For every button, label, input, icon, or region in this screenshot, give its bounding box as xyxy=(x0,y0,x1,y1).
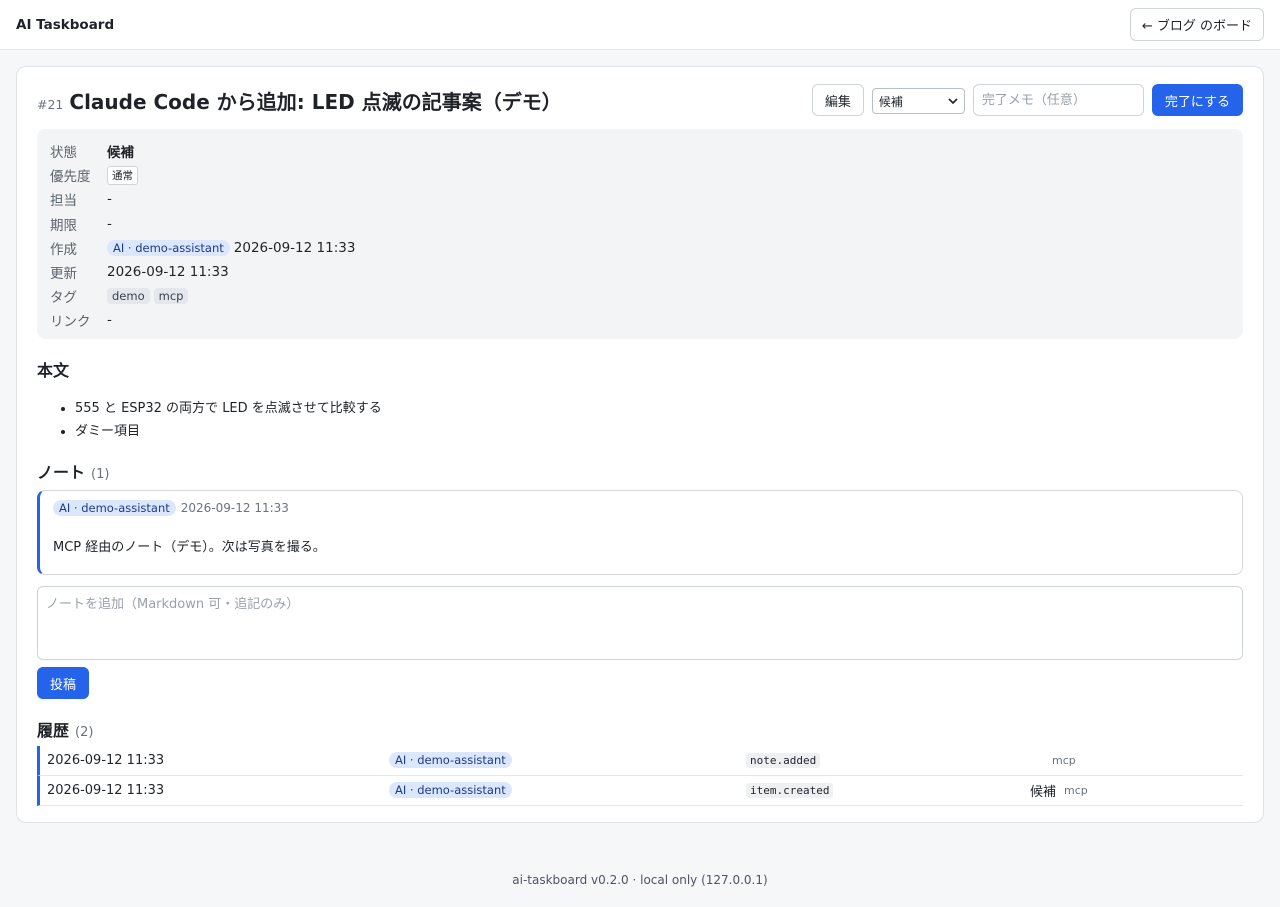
meta-key: 状態 xyxy=(50,145,77,162)
meta-row-due: 期限 - xyxy=(50,212,1230,236)
meta-row-tags: タグ demo mcp xyxy=(50,284,1230,308)
meta-row-priority: 優先度 通常 xyxy=(50,163,1230,187)
created-value: AI · demo-assistant 2026-09-12 11:33 xyxy=(107,239,356,256)
actor-badge: AI · demo-assistant xyxy=(389,752,512,768)
footer: ai-taskboard v0.2.0 · local only (127.0.… xyxy=(512,873,768,887)
meta-row-status: 状態 候補 xyxy=(50,139,1230,163)
history-row: 2026-09-12 11:33 AI · demo-assistant not… xyxy=(37,746,1243,776)
actor-badge: AI · demo-assistant xyxy=(107,239,230,256)
history-extra: mcp xyxy=(1030,754,1076,767)
title-wrap: #21 Claude Code から追加: LED 点滅の記事案（デモ） xyxy=(37,86,562,115)
item-title: Claude Code から追加: LED 点滅の記事案（デモ） xyxy=(69,89,562,114)
complete-button[interactable]: 完了にする xyxy=(1151,84,1243,116)
history-event: note.added xyxy=(746,753,1030,768)
note-meta: AI · demo-assistant 2026-09-12 11:33 xyxy=(53,500,1229,516)
tag[interactable]: demo xyxy=(107,288,150,305)
item-card: #21 Claude Code から追加: LED 点滅の記事案（デモ） 編集 … xyxy=(16,66,1264,823)
actor-badge: AI · demo-assistant xyxy=(389,782,512,798)
status-value: 候補 xyxy=(107,145,134,162)
list-item: ダミー項目 xyxy=(75,420,382,443)
meta-key: タグ xyxy=(50,290,77,307)
tags-value: demo mcp xyxy=(107,288,189,305)
history-source: mcp xyxy=(1052,754,1076,767)
item-header: #21 Claude Code から追加: LED 点滅の記事案（デモ） 編集 … xyxy=(37,83,1243,117)
item-id: #21 xyxy=(37,96,64,112)
priority-badge: 通常 xyxy=(107,165,138,185)
state-select[interactable]: 候補 xyxy=(871,88,965,114)
meta-key: 作成 xyxy=(50,241,77,258)
completion-memo-input[interactable] xyxy=(972,84,1144,116)
due-value: - xyxy=(107,215,112,232)
notes-count: (1) xyxy=(91,467,110,482)
state-select-value: 候補 xyxy=(878,94,903,109)
meta-key: リンク xyxy=(50,314,91,331)
note-card: AI · demo-assistant 2026-09-12 11:33 MCP… xyxy=(37,490,1243,575)
meta-row-links: リンク - xyxy=(50,308,1230,332)
history-row: 2026-09-12 11:33 AI · demo-assistant ite… xyxy=(37,776,1243,806)
history-count: (2) xyxy=(75,725,94,740)
item-actions: 編集 候補 完了にする xyxy=(811,84,1243,116)
meta-row-assignee: 担当 - xyxy=(50,187,1230,211)
actor-badge: AI · demo-assistant xyxy=(53,500,176,516)
meta-row-updated: 更新 2026-09-12 11:33 xyxy=(50,260,1230,284)
edit-button[interactable]: 編集 xyxy=(811,84,864,116)
notes-heading-label: ノート xyxy=(37,463,86,482)
tag[interactable]: mcp xyxy=(153,288,189,305)
chevron-down-icon xyxy=(948,97,958,104)
note-time: 2026-09-12 11:33 xyxy=(180,501,289,515)
history-heading: 履歴 (2) xyxy=(37,717,93,741)
assignee-value: - xyxy=(107,191,112,208)
notes-heading: ノート (1) xyxy=(37,459,109,483)
post-note-button[interactable]: 投稿 xyxy=(37,667,90,699)
app-title: AI Taskboard xyxy=(16,16,115,33)
event-code: item.created xyxy=(746,783,834,798)
history-heading-label: 履歴 xyxy=(37,721,70,740)
note-text: MCP 経由のノート（デモ）。次は写真を撮る。 xyxy=(53,540,326,555)
meta-panel: 状態 候補 優先度 通常 担当 - 期限 - 作成 AI · demo-assi… xyxy=(37,129,1243,339)
history-source: mcp xyxy=(1064,784,1088,797)
priority-value: 通常 xyxy=(107,165,138,185)
updated-value: 2026-09-12 11:33 xyxy=(107,264,229,281)
history-list: 2026-09-12 11:33 AI · demo-assistant not… xyxy=(37,746,1243,806)
history-extra: 候補 mcp xyxy=(1030,781,1088,800)
history-time: 2026-09-12 11:33 xyxy=(47,783,165,798)
body-heading-label: 本文 xyxy=(37,361,70,380)
event-code: note.added xyxy=(746,753,821,768)
list-item: 555 と ESP32 の両方で LED を点滅させて比較する xyxy=(75,397,382,420)
meta-row-created: 作成 AI · demo-assistant 2026-09-12 11:33 xyxy=(50,236,1230,260)
history-time: 2026-09-12 11:33 xyxy=(47,753,165,768)
created-time: 2026-09-12 11:33 xyxy=(233,239,356,256)
back-to-board-button[interactable]: ← ブログ のボード xyxy=(1129,8,1264,41)
history-actor: AI · demo-assistant xyxy=(389,782,746,798)
history-state: 候補 xyxy=(1030,785,1057,800)
meta-key: 優先度 xyxy=(50,169,91,186)
note-input[interactable] xyxy=(37,586,1243,660)
body-list: 555 と ESP32 の両方で LED を点滅させて比較する ダミー項目 xyxy=(57,397,382,443)
body-heading: 本文 xyxy=(37,357,69,381)
history-event: item.created xyxy=(746,783,1030,798)
top-bar: AI Taskboard ← ブログ のボード xyxy=(0,0,1280,50)
meta-key: 期限 xyxy=(50,217,77,234)
meta-key: 更新 xyxy=(50,266,77,283)
links-value: - xyxy=(107,312,112,329)
meta-key: 担当 xyxy=(50,193,77,210)
history-actor: AI · demo-assistant xyxy=(389,752,746,768)
